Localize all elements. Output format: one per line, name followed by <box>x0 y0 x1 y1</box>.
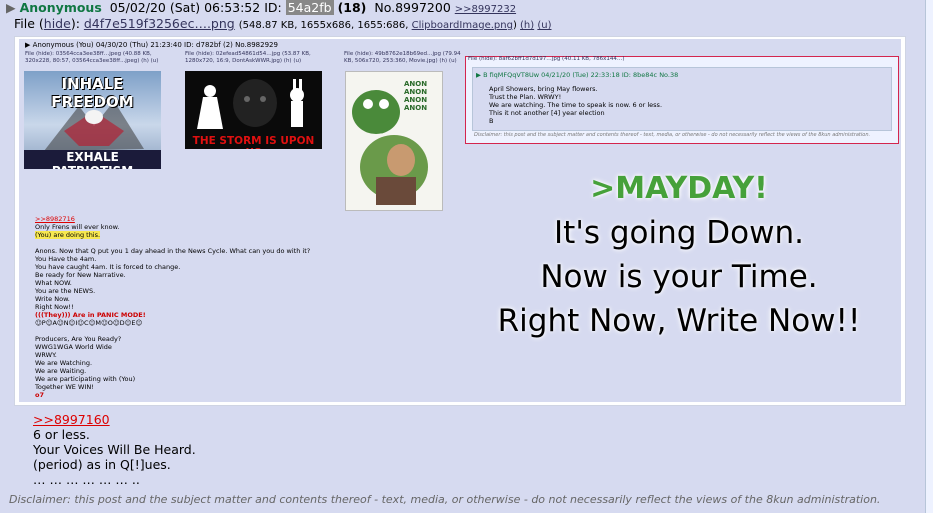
quote-link[interactable]: >>8997160 <box>33 412 110 427</box>
quoted-line-2: Trust the Plan. WRWY! <box>489 93 562 101</box>
id-label: ID: <box>264 0 282 15</box>
sp-line-20: We are participating with (You) <box>35 375 136 383</box>
post-date: 05/02/20 (Sat) 06:53:52 <box>109 0 261 15</box>
file-label: File <box>14 16 35 31</box>
quoted-line-5: B <box>489 117 494 125</box>
sp-line-16: WWG1WGA World Wide <box>35 343 112 351</box>
disclaimer: Disclaimer: this post and the subject ma… <box>9 493 881 506</box>
file-meta: (548.87 KB, 1655x686, 1655:686, <box>238 20 409 31</box>
body-line-4: … … … … … … .. <box>33 472 140 487</box>
storm-thumbnail[interactable]: THE STORM IS UPON US <box>185 71 322 149</box>
post-reply: ▶ Anonymous 05/02/20 (Sat) 06:53:52 ID: … <box>0 0 926 513</box>
sp-line-15: Producers, Are You Ready? <box>35 335 122 343</box>
anon-poster-text: ANON ANON ANON ANON <box>404 80 428 112</box>
meme-text-block: >MAYDAY! It's going Down. Now is your Ti… <box>459 167 899 343</box>
sp-line-2: (You) are doing this. <box>35 231 101 239</box>
screenshot-file2-label: File (hide): 02efead54861d54…jpg (53.87 … <box>185 51 311 64</box>
sp-line-3 <box>35 239 335 247</box>
screenshot-post-header: ▶ Anonymous (You) 04/30/20 (Thu) 21:23:4… <box>25 41 278 49</box>
post-intro: ▶ Anonymous 05/02/20 (Sat) 06:53:52 ID: … <box>6 0 516 15</box>
meme-mayday: >MAYDAY! <box>590 171 768 206</box>
quoted-disclaimer: Disclaimer: this post and the subject ma… <box>474 132 871 138</box>
quoted-line-4: This it not another [4] year election <box>489 109 605 117</box>
quoted-post-inner: ▶ B fiqMFQqVT8Uw 04/21/20 (Tue) 22:33:18… <box>472 67 892 131</box>
screenshot-post: ▶ Anonymous (You) 04/30/20 (Thu) 21:23:4… <box>19 39 901 402</box>
meme-line-3: Right Now, Write Now!! <box>497 303 861 339</box>
movie-poster-thumbnail[interactable]: ANON ANON ANON ANON <box>345 71 443 211</box>
screenshot-post-body: >>8982716 Only Frens will ever know. (Yo… <box>35 215 335 399</box>
sp-line-0: >>8982716 <box>35 215 75 223</box>
post-image[interactable]: ▶ Anonymous (You) 04/30/20 (Thu) 21:23:4… <box>14 36 906 406</box>
hide-file-link[interactable]: hide <box>44 16 71 31</box>
quoted-line-1: April Showers, bring May flowers. <box>489 85 598 93</box>
file-u-link[interactable]: (u) <box>537 20 551 31</box>
file-info: File (hide): d4f7e519f3256ec….png (548.8… <box>14 16 552 31</box>
quoted-line-3: We are watching. The time to speak is no… <box>489 101 663 109</box>
post-number[interactable]: No.8997200 <box>374 0 450 15</box>
sp-line-6: You have caught 4am. It is forced to cha… <box>35 263 181 271</box>
quoted-post-header: ▶ B fiqMFQqVT8Uw 04/21/20 (Tue) 22:33:18… <box>476 71 679 79</box>
sp-line-17: WRWY. <box>35 351 57 359</box>
sp-line-8: What NOW. <box>35 279 72 287</box>
sp-line-21: Together WE WIN! <box>35 383 94 391</box>
post-count: (18) <box>337 0 367 15</box>
body-line-1: 6 or less. <box>33 427 90 442</box>
eagle-flag-thumbnail[interactable]: INHALE FREEDOM EXHALE PATRIOTISM <box>24 71 161 169</box>
post-body: >>8997160 6 or less. Your Voices Will Be… <box>33 412 196 487</box>
sp-line-10: Write Now. <box>35 295 70 303</box>
sp-line-12: (((They))) Are in PANIC MODE! <box>35 311 146 319</box>
eagle-caption-bottom: EXHALE PATRIOTISM <box>24 150 161 169</box>
backlink[interactable]: >>8997232 <box>455 4 516 15</box>
meme-line-1: It's going Down. <box>554 215 804 251</box>
poster-id[interactable]: 54a2fb <box>285 0 334 15</box>
sp-line-4: Anons. Now that Q put you 1 day ahead in… <box>35 247 311 255</box>
meme-line-2: Now is your Time. <box>540 259 818 295</box>
quoted-file-line: File (hide): 8af62bff1d7d197…jpg (40.11 … <box>468 56 625 62</box>
sp-line-13: ☺P☺A☺N☺I☺C☺M☺O☺D☺E☺ <box>35 319 143 327</box>
sp-line-14 <box>35 327 335 335</box>
sp-line-7: Be ready for New Narrative. <box>35 271 126 279</box>
sp-line-11: Right Now!! <box>35 303 74 311</box>
eagle-caption-top: INHALE FREEDOM <box>51 75 134 111</box>
storm-caption: THE STORM IS UPON US <box>192 135 315 149</box>
original-filename-link[interactable]: ClipboardImage.png <box>412 20 513 31</box>
sp-line-22: o7 <box>35 391 44 399</box>
body-line-3: (period) as in Q[!]ues. <box>33 457 171 472</box>
sp-line-18: We are Watching. <box>35 359 93 367</box>
poster-name: Anonymous <box>19 0 102 15</box>
file-h-link[interactable]: (h) <box>520 20 534 31</box>
post-menu-arrow-icon[interactable]: ▶ <box>6 0 16 15</box>
sp-line-19: We are Waiting. <box>35 367 87 375</box>
file-link[interactable]: d4f7e519f3256ec….png <box>84 16 235 31</box>
screenshot-file3-label: File (hide): 49b8762e18b69ed…jpg (79.94 … <box>344 51 461 64</box>
quoted-post-box: File (hide): 8af62bff1d7d197…jpg (40.11 … <box>465 56 899 144</box>
sp-line-5: You Have the 4am. <box>35 255 97 263</box>
sp-line-1: Only Frens will ever know. <box>35 223 120 231</box>
sp-line-9: You are the NEWS. <box>35 287 96 295</box>
screenshot-file1-label: File (hide): 03564cca3ee38ff…jpeg (40.88… <box>25 51 159 64</box>
body-line-2: Your Voices Will Be Heard. <box>33 442 196 457</box>
